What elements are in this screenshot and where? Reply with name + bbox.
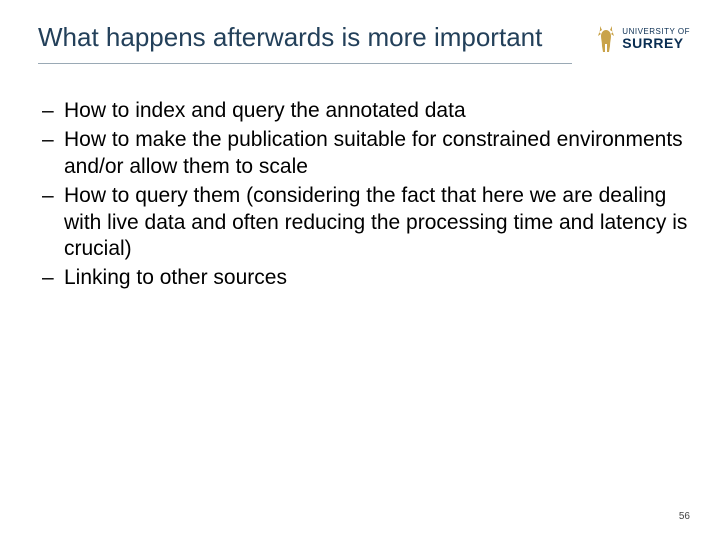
- bullet-text: How to index and query the annotated dat…: [64, 98, 690, 125]
- slide: What happens afterwards is more importan…: [0, 0, 720, 540]
- title-wrap: What happens afterwards is more importan…: [38, 22, 594, 64]
- bullet-dash: –: [42, 183, 64, 264]
- bullet-dash: –: [42, 265, 64, 292]
- list-item: – How to query them (considering the fac…: [42, 183, 690, 264]
- title-divider: [38, 63, 572, 64]
- list-item: – How to make the publication suitable f…: [42, 127, 690, 181]
- bullet-dash: –: [42, 98, 64, 125]
- university-logo: UNIVERSITY OF SURREY: [594, 24, 690, 54]
- bullet-dash: –: [42, 127, 64, 181]
- slide-header: What happens afterwards is more importan…: [38, 22, 690, 64]
- bullet-text: How to query them (considering the fact …: [64, 183, 690, 264]
- list-item: – How to index and query the annotated d…: [42, 98, 690, 125]
- bullet-text: How to make the publication suitable for…: [64, 127, 690, 181]
- bullet-list: – How to index and query the annotated d…: [38, 98, 690, 292]
- logo-text: UNIVERSITY OF SURREY: [622, 28, 690, 50]
- page-number: 56: [679, 511, 690, 522]
- list-item: – Linking to other sources: [42, 265, 690, 292]
- logo-bottom-text: SURREY: [622, 36, 690, 50]
- slide-title: What happens afterwards is more importan…: [38, 22, 594, 59]
- bullet-text: Linking to other sources: [64, 265, 690, 292]
- stag-icon: [594, 24, 618, 54]
